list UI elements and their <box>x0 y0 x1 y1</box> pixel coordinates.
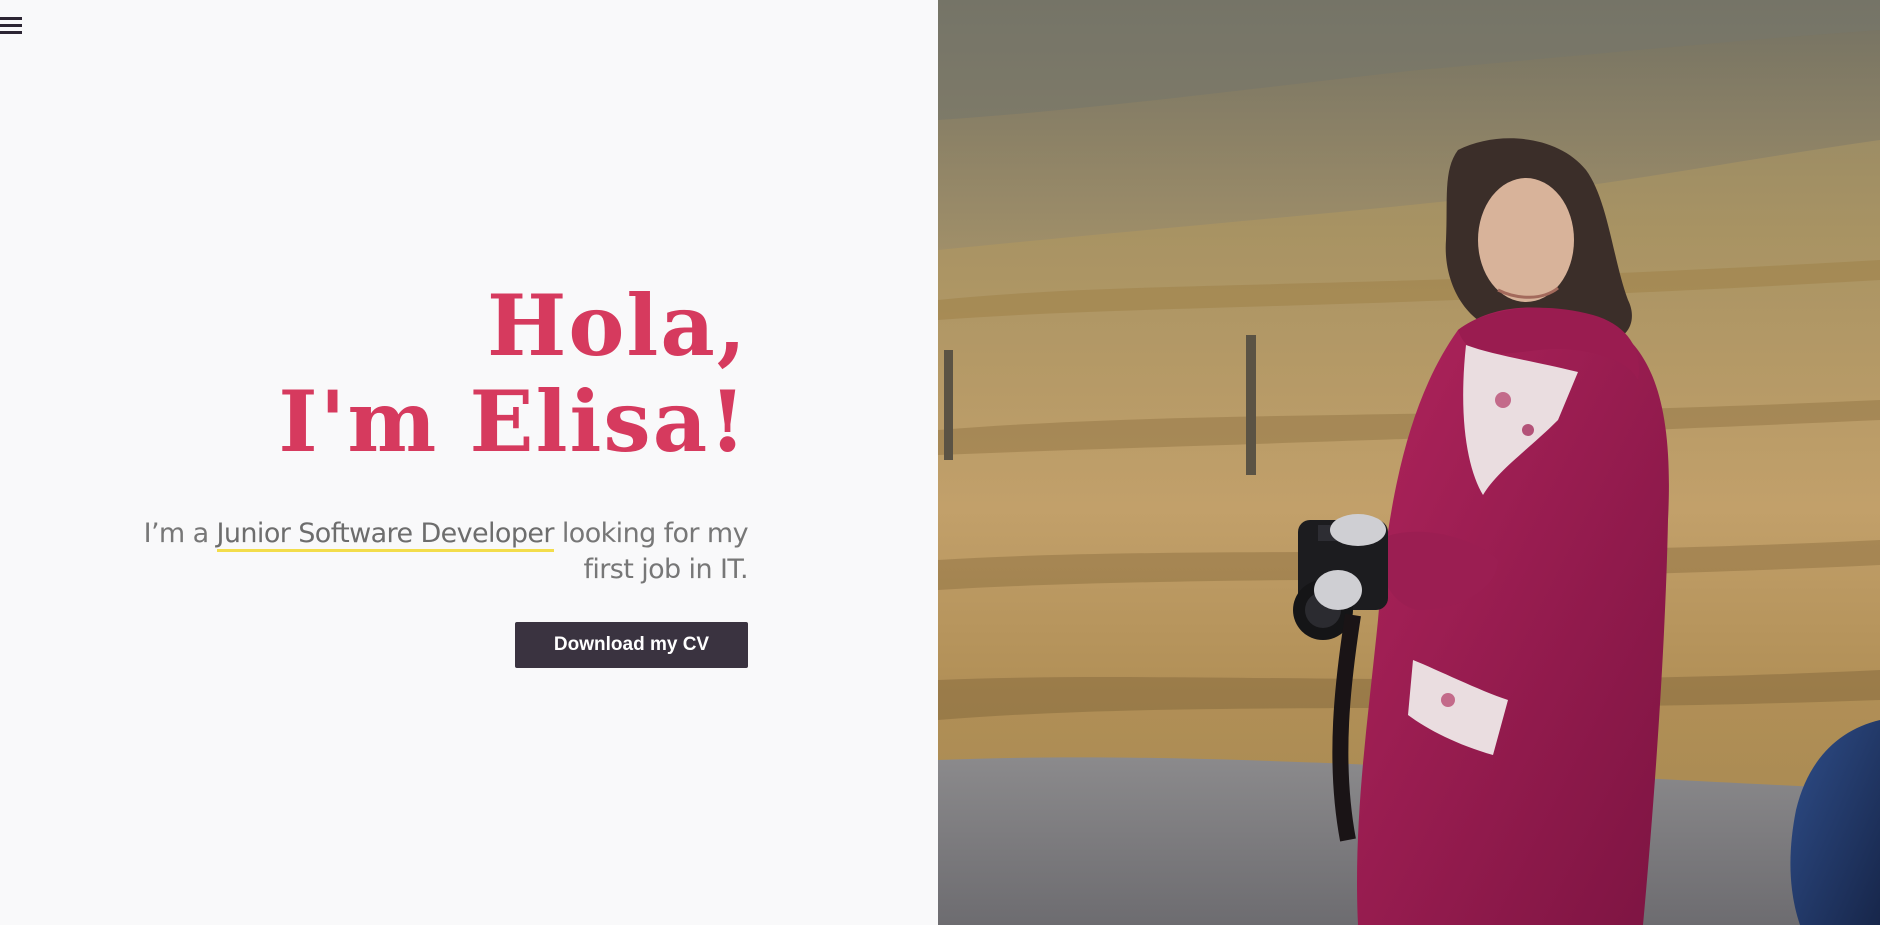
intro-suffix: looking for my first job in IT. <box>553 518 749 585</box>
hero-title-line2: I'm Elisa! <box>278 372 748 471</box>
intro-prefix: I’m a <box>143 518 217 549</box>
page: Hola, I'm Elisa! I’m a Junior Software D… <box>0 0 1880 925</box>
intro-highlight: Junior Software Developer <box>216 518 555 552</box>
hero-photo <box>938 0 1880 925</box>
hero-content: Hola, I'm Elisa! I’m a Junior Software D… <box>128 278 749 668</box>
photo-illustration <box>938 0 1880 925</box>
hamburger-menu-icon[interactable] <box>0 14 24 36</box>
hero-title: Hola, I'm Elisa! <box>128 278 748 470</box>
hero-title-line1: Hola, <box>487 276 748 375</box>
hero-panel: Hola, I'm Elisa! I’m a Junior Software D… <box>0 0 938 925</box>
hero-intro: I’m a Junior Software Developer looking … <box>128 516 749 588</box>
download-cv-button[interactable]: Download my CV <box>515 622 748 668</box>
